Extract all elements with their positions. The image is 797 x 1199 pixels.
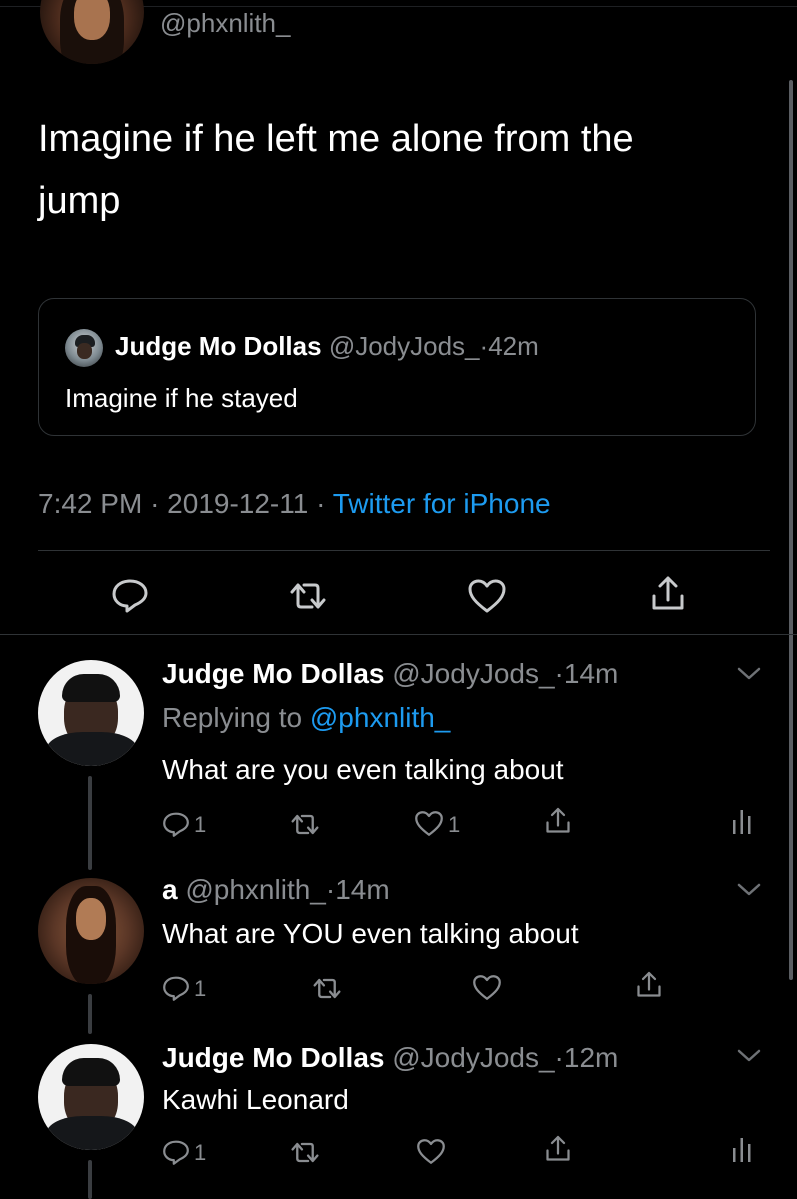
reply-icon[interactable] — [111, 577, 149, 613]
reply-1-handle: @JodyJods_ — [392, 658, 555, 689]
like-icon[interactable] — [467, 578, 507, 614]
reply-3-reply-count: 1 — [194, 1140, 207, 1165]
quoted-name: Judge Mo Dollas — [115, 331, 322, 361]
reply-2-reply-count: 1 — [194, 976, 207, 1001]
reply-2-avatar[interactable] — [38, 878, 144, 984]
reply-3-separator: · — [554, 1042, 564, 1073]
reply-3-time: 12m — [563, 1042, 619, 1073]
retweet-icon[interactable] — [288, 812, 322, 837]
scrollbar[interactable] — [789, 80, 793, 980]
retweet-icon[interactable] — [286, 580, 330, 612]
reply-1-time: 14m — [563, 658, 619, 689]
reply-icon[interactable] — [162, 974, 190, 1002]
chevron-down-icon[interactable] — [736, 882, 762, 898]
tweet-text-line1: Imagine if he left me alone from the — [38, 118, 634, 160]
meta-divider — [38, 550, 770, 551]
reply-2-separator: · — [325, 874, 336, 905]
thread-line-3 — [88, 1160, 92, 1199]
quoted-tweet-card[interactable]: Judge Mo Dollas @JodyJods_·42m Imagine i… — [38, 298, 756, 436]
reply-3-avatar[interactable] — [38, 1044, 144, 1150]
thread-line-2 — [88, 994, 92, 1034]
tweet-time: 7:42 PM — [38, 488, 143, 519]
reply-1-avatar[interactable] — [38, 660, 144, 766]
reply-icon[interactable] — [162, 810, 190, 838]
like-icon[interactable] — [416, 1138, 446, 1165]
reply-3-handle: @JodyJods_ — [392, 1042, 555, 1073]
quoted-separator: · — [479, 331, 489, 361]
tweet-text-line2: jump — [38, 180, 121, 222]
reply-1-name[interactable]: Judge Mo Dollas — [162, 658, 384, 689]
author-handle[interactable]: @phxnlith_ — [160, 8, 290, 39]
reply-1-like-count: 1 — [448, 812, 461, 837]
reply-1-replying-prefix: Replying to — [162, 702, 303, 733]
chevron-down-icon[interactable] — [736, 1048, 762, 1064]
share-icon[interactable] — [648, 574, 688, 614]
reply-1-reply-count: 1 — [194, 812, 207, 837]
share-icon[interactable] — [634, 970, 664, 1000]
share-icon[interactable] — [543, 1134, 573, 1164]
quoted-time: 42m — [488, 331, 539, 361]
reply-2-time: 14m — [335, 874, 390, 905]
quoted-avatar — [65, 329, 103, 367]
meta-separator-1: · — [150, 488, 160, 519]
quoted-handle: @JodyJods_ — [328, 331, 480, 361]
thread-line-1 — [88, 776, 92, 870]
reply-1-text: What are you even talking about — [162, 754, 564, 785]
like-icon[interactable] — [414, 810, 444, 837]
retweet-icon[interactable] — [310, 976, 344, 1001]
reply-3-name[interactable]: Judge Mo Dollas — [162, 1042, 384, 1073]
analytics-icon[interactable] — [732, 806, 752, 836]
share-icon[interactable] — [543, 806, 573, 836]
analytics-icon[interactable] — [732, 1134, 752, 1164]
author-avatar[interactable] — [40, 0, 144, 64]
reply-icon[interactable] — [162, 1138, 190, 1166]
quoted-text: Imagine if he stayed — [65, 383, 298, 413]
reply-3-text: Kawhi Leonard — [162, 1084, 349, 1115]
action-divider — [0, 634, 797, 635]
meta-separator-2: · — [316, 488, 326, 519]
reply-1-separator: · — [554, 658, 564, 689]
like-icon[interactable] — [472, 974, 502, 1001]
tweet-date: 2019-12-11 — [167, 488, 309, 519]
reply-2-name[interactable]: a — [162, 874, 178, 905]
reply-2-text: What are YOU even talking about — [162, 918, 579, 949]
chevron-down-icon[interactable] — [736, 666, 762, 682]
tweet-source[interactable]: Twitter for iPhone — [333, 488, 551, 519]
retweet-icon[interactable] — [288, 1140, 322, 1165]
reply-2-handle: @phxnlith_ — [185, 874, 326, 905]
reply-1-replying-to[interactable]: @phxnlith_ — [310, 702, 451, 733]
